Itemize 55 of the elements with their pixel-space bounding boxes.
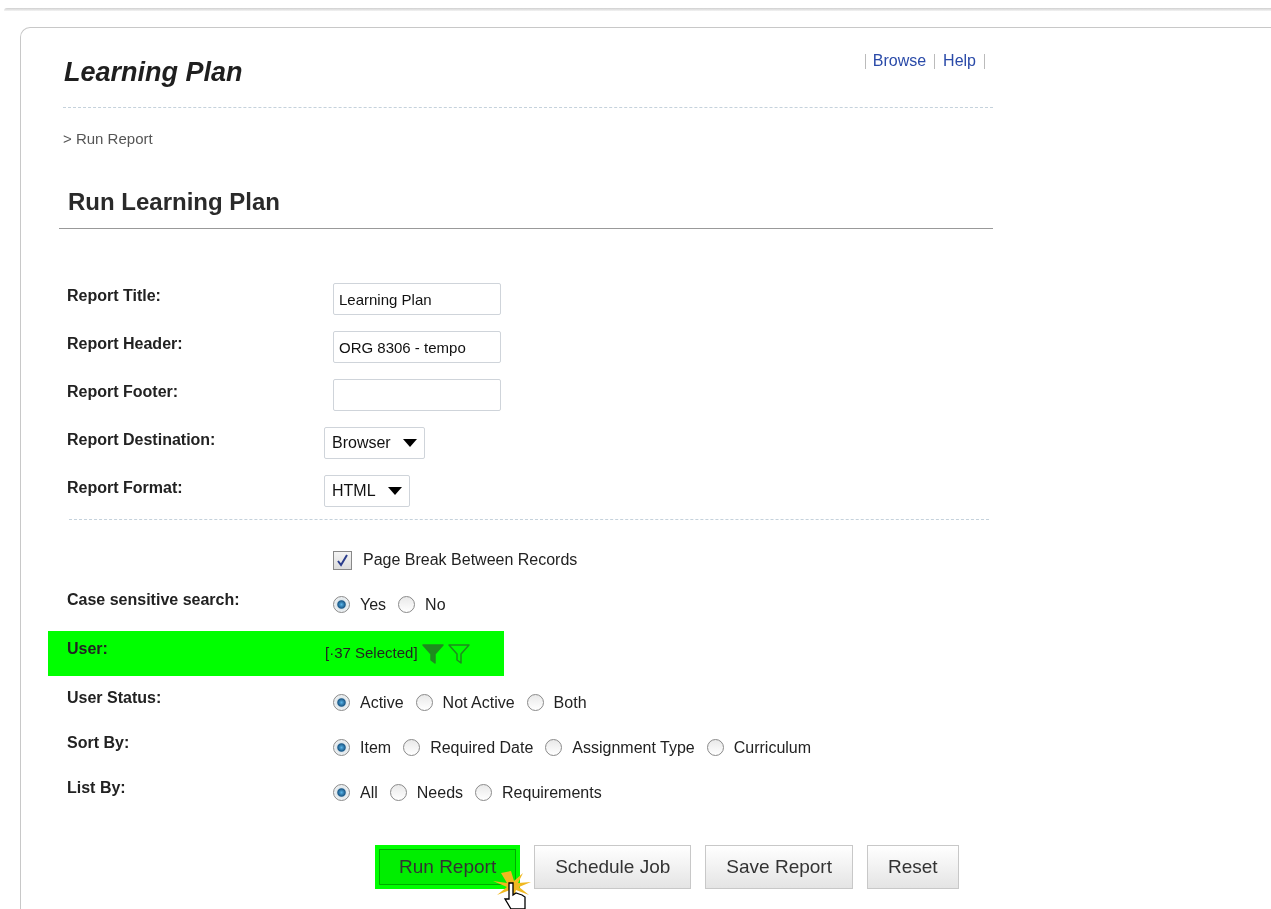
nav-link[interactable]: Browse bbox=[872, 49, 927, 73]
radio-label: Not Active bbox=[442, 692, 515, 713]
option-label: User Status: bbox=[67, 687, 163, 708]
radio-button[interactable] bbox=[389, 784, 407, 801]
radio-label: Active bbox=[360, 692, 404, 713]
radio-button[interactable] bbox=[333, 784, 350, 801]
section-heading: Run Learning Plan bbox=[68, 188, 280, 215]
dropdown[interactable]: HTML bbox=[324, 475, 410, 507]
app-title: Learning Plan bbox=[63, 56, 243, 89]
radio-button[interactable] bbox=[333, 596, 350, 613]
text-field[interactable]: ORG 8306 - tempo bbox=[333, 331, 501, 363]
nav-link[interactable]: Help bbox=[943, 49, 976, 73]
radio-label: Assignment Type bbox=[572, 737, 695, 758]
field-label: Report Footer: bbox=[66, 382, 180, 402]
radio-button[interactable] bbox=[415, 694, 433, 711]
radio-label: Required Date bbox=[430, 737, 534, 758]
breadcrumb: > Run Report bbox=[63, 128, 154, 149]
filter-icon[interactable] bbox=[447, 643, 470, 664]
option-label: Case sensitive search: bbox=[67, 589, 241, 610]
radio-button[interactable] bbox=[526, 694, 544, 711]
option-label: Sort By: bbox=[67, 732, 131, 753]
radio-label: Curriculum bbox=[733, 737, 812, 758]
radio-button[interactable] bbox=[475, 784, 493, 801]
dropdown-caret-icon bbox=[402, 439, 417, 447]
radio-button[interactable] bbox=[398, 596, 416, 613]
selection-count[interactable]: [·37 Selected] bbox=[325, 642, 418, 665]
action-button[interactable]: Save Report bbox=[705, 845, 853, 889]
checkbox-label: Page Break Between Records bbox=[363, 550, 578, 570]
radio-label: Requirements bbox=[502, 782, 602, 803]
radio-label: No bbox=[425, 594, 446, 615]
radio-label: Needs bbox=[416, 782, 464, 803]
dropdown[interactable]: Browser bbox=[324, 427, 425, 459]
radio-label: Item bbox=[360, 737, 392, 758]
dropdown-caret-icon bbox=[387, 487, 402, 495]
action-button[interactable]: Schedule Job bbox=[534, 845, 692, 889]
checkbox[interactable] bbox=[333, 550, 352, 570]
field-label: Report Destination: bbox=[66, 430, 217, 450]
radio-button[interactable] bbox=[333, 694, 350, 711]
option-label: List By: bbox=[67, 777, 127, 798]
radio-label: All bbox=[360, 782, 378, 803]
radio-label: Both bbox=[553, 692, 587, 713]
radio-button[interactable] bbox=[333, 739, 350, 756]
radio-button[interactable] bbox=[403, 739, 421, 756]
action-button[interactable]: Run Report bbox=[375, 845, 521, 889]
field-label: Report Title: bbox=[66, 286, 162, 306]
filled-filter-icon[interactable] bbox=[421, 643, 444, 664]
text-field[interactable] bbox=[333, 379, 501, 411]
radio-button[interactable] bbox=[706, 739, 724, 756]
field-label: Report Header: bbox=[66, 334, 184, 354]
checkmark-icon bbox=[336, 553, 349, 567]
field-label: Report Format: bbox=[66, 478, 184, 498]
radio-label: Yes bbox=[360, 594, 387, 615]
action-button[interactable]: Reset bbox=[866, 845, 959, 889]
text-field[interactable]: Learning Plan bbox=[333, 283, 501, 315]
radio-button[interactable] bbox=[545, 739, 563, 756]
